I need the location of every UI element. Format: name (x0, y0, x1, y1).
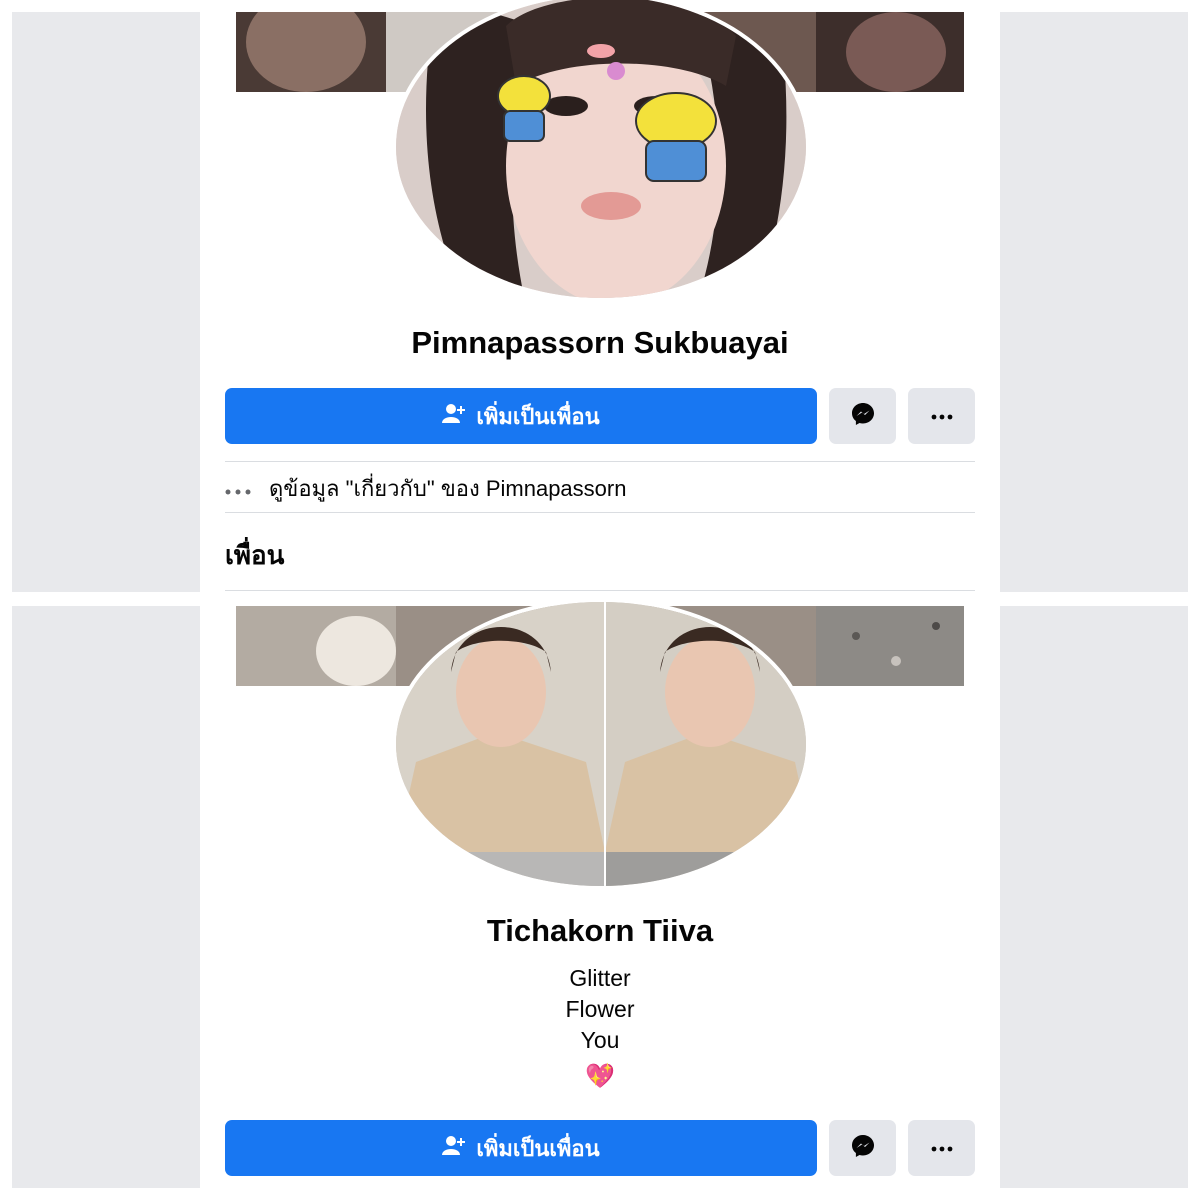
more-horizontal-icon (931, 1139, 953, 1157)
right-gutter-bottom (1000, 606, 1188, 1188)
bio-line: You (580, 1027, 620, 1053)
person-plus-icon (442, 1135, 466, 1161)
about-link-label: ดูข้อมูล "เกี่ยวกับ" ของ Pimnapassorn (269, 475, 627, 501)
more-horizontal-icon (931, 407, 953, 425)
profile-picture[interactable] (392, 0, 810, 302)
bio-line: Glitter (569, 965, 631, 991)
alien-sticker-right (635, 92, 717, 182)
messenger-icon (851, 402, 875, 431)
more-options-button[interactable] (908, 1120, 975, 1176)
friends-section-title: เพื่อน (225, 540, 285, 570)
profile-panel-1: Pimnapassorn Sukbuayai เพิ่มเป็นเพื่อน ด… (202, 0, 998, 594)
more-options-button[interactable] (908, 388, 975, 444)
add-friend-button[interactable]: เพิ่มเป็นเพื่อน (225, 1120, 817, 1176)
profile-picture-image (396, 602, 806, 886)
left-gutter-bottom (12, 606, 200, 1188)
bio-heart-emoji: 💖 (585, 1063, 615, 1090)
bio-line: Flower (565, 996, 635, 1022)
left-gutter-top (12, 12, 200, 592)
alien-sticker-left (497, 75, 551, 142)
profile-name: Tichakorn Tiiva (486, 913, 714, 948)
divider (225, 461, 975, 462)
divider (225, 512, 975, 513)
about-link[interactable]: ดูข้อมูล "เกี่ยวกับ" ของ Pimnapassorn (225, 463, 975, 513)
ellipsis-icon (225, 475, 251, 501)
right-gutter-top (1000, 12, 1188, 592)
profile-picture[interactable] (392, 598, 810, 890)
add-friend-label: เพิ่มเป็นเพื่อน (476, 1135, 600, 1161)
person-plus-icon (442, 403, 466, 429)
messenger-icon (851, 1134, 875, 1163)
add-friend-label: เพิ่มเป็นเพื่อน (476, 403, 600, 429)
messenger-button[interactable] (829, 388, 896, 444)
messenger-button[interactable] (829, 1120, 896, 1176)
profile-name: Pimnapassorn Sukbuayai (411, 325, 789, 360)
profile-picture-image (396, 0, 806, 298)
add-friend-button[interactable]: เพิ่มเป็นเพื่อน (225, 388, 817, 444)
profile-panel-2: Tichakorn Tiiva Glitter Flower You 💖 เพิ… (202, 598, 998, 1200)
divider (225, 590, 975, 591)
